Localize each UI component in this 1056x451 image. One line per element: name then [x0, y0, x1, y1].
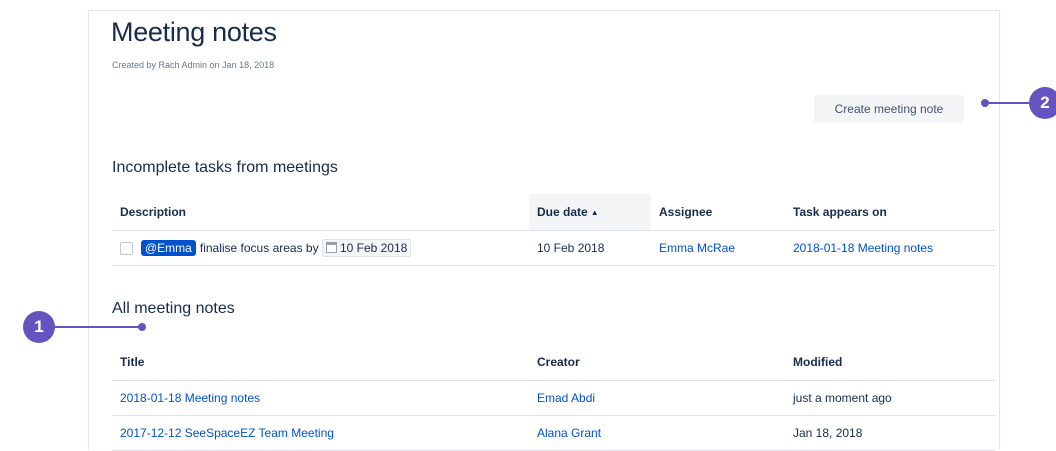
column-header-task-appears-on[interactable]: Task appears on	[785, 194, 995, 231]
page-byline: Created by Rach Admin on Jan 18, 2018	[112, 60, 275, 70]
meeting-notes-page: Meeting notes Created by Rach Admin on J…	[88, 10, 1000, 451]
column-header-modified[interactable]: Modified	[785, 344, 995, 381]
user-mention[interactable]: @Emma	[141, 240, 196, 256]
note-creator-link[interactable]: Alana Grant	[537, 426, 601, 440]
table-row: 2017-12-12 SeeSpaceEZ Team Meeting Alana…	[112, 415, 995, 451]
calendar-icon	[325, 242, 337, 253]
note-title-link[interactable]: 2017-12-12 SeeSpaceEZ Team Meeting	[120, 426, 334, 440]
task-text: finalise focus areas by	[199, 241, 319, 255]
create-meeting-note-button[interactable]: Create meeting note	[814, 95, 964, 123]
note-modified: Jan 18, 2018	[785, 415, 995, 451]
task-checkbox[interactable]	[120, 241, 133, 255]
note-creator-link[interactable]: Emad Abdi	[537, 391, 595, 405]
date-lozenge-text: 10 Feb 2018	[339, 241, 408, 255]
task-page-cell: 2018-01-18 Meeting notes	[785, 230, 995, 266]
column-header-due-date[interactable]: Due date ▲	[529, 194, 651, 231]
notes-section-heading: All meeting notes	[112, 300, 235, 317]
callout-pointer-2	[981, 99, 989, 107]
assignee-link[interactable]: Emma McRae	[659, 241, 735, 255]
note-creator-cell: Alana Grant	[529, 415, 785, 451]
table-header-row: Title Creator Modified	[112, 344, 995, 381]
task-description-cell: @Emma finalise focus areas by 10 Feb 2018	[112, 230, 529, 266]
table-header-row: Description Due date ▲ Assignee Task appe…	[112, 194, 995, 231]
column-header-due-date-label: Due date	[537, 205, 588, 219]
task-page-link[interactable]: 2018-01-18 Meeting notes	[793, 241, 933, 255]
task-assignee-cell: Emma McRae	[651, 230, 785, 266]
note-creator-cell: Emad Abdi	[529, 380, 785, 416]
column-header-creator[interactable]: Creator	[529, 344, 785, 381]
sort-ascending-icon: ▲	[590, 208, 599, 217]
table-row: 2018-01-18 Meeting notes Emad Abdi just …	[112, 380, 995, 416]
callout-badge-1: 1	[23, 311, 55, 343]
note-title-link[interactable]: 2018-01-18 Meeting notes	[120, 391, 260, 405]
column-header-assignee[interactable]: Assignee	[651, 194, 785, 231]
note-title-cell: 2017-12-12 SeeSpaceEZ Team Meeting	[112, 415, 529, 451]
table-row: @Emma finalise focus areas by 10 Feb 2018…	[112, 230, 995, 266]
date-lozenge[interactable]: 10 Feb 2018	[321, 239, 412, 257]
tasks-section-heading: Incomplete tasks from meetings	[112, 159, 338, 176]
callout-connector-2	[985, 102, 1029, 104]
page-title: Meeting notes	[111, 17, 277, 47]
callout-pointer-1	[138, 323, 146, 331]
task-due-date: 10 Feb 2018	[529, 230, 651, 266]
column-header-description[interactable]: Description	[112, 194, 529, 231]
note-modified: just a moment ago	[785, 380, 995, 416]
column-header-title[interactable]: Title	[112, 344, 529, 381]
callout-badge-2: 2	[1029, 87, 1056, 119]
note-title-cell: 2018-01-18 Meeting notes	[112, 380, 529, 416]
callout-connector-1	[55, 326, 141, 328]
incomplete-tasks-table: Description Due date ▲ Assignee Task appe…	[112, 194, 995, 266]
meeting-notes-table: Title Creator Modified 2018-01-18 Meetin…	[112, 344, 995, 451]
